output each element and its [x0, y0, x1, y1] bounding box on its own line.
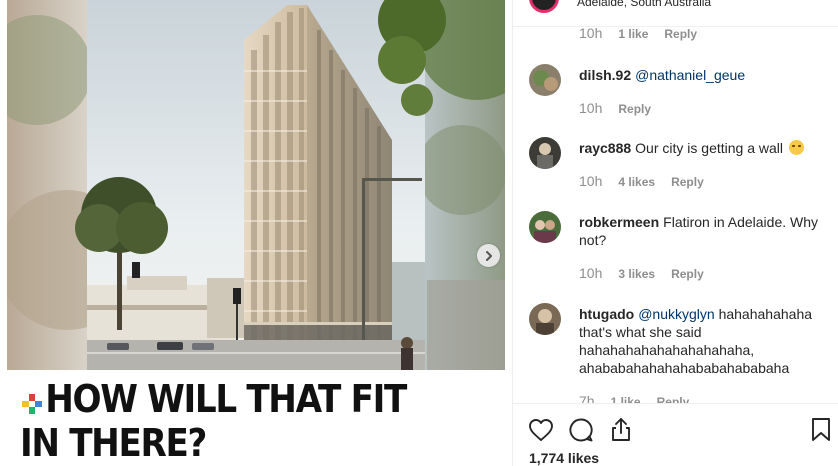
likes-count[interactable]: 1,774 likes [529, 450, 599, 466]
comment-text: Our city is getting a wall [635, 140, 784, 156]
post-headline: HOW WILL THAT FIT IN THERE? [20, 377, 407, 465]
comment-username[interactable]: dilsh.92 [579, 67, 631, 83]
building-render-image [7, 0, 505, 370]
share-icon [612, 418, 630, 441]
post-media: HOW WILL THAT FIT IN THERE? [0, 0, 512, 466]
save-button[interactable] [807, 416, 835, 444]
comment-meta: 10h 4 likes Reply [579, 173, 704, 189]
share-button[interactable] [607, 416, 635, 444]
comment-body: robkermeen Flatiron in Adelaide. Why not? [579, 213, 829, 249]
avatar[interactable] [529, 64, 561, 96]
post-owner-header: Adelaide, South Australia [513, 0, 838, 13]
reply-button[interactable]: Reply [671, 175, 704, 189]
reply-button[interactable]: Reply [671, 267, 704, 281]
comment-body: dilsh.92 @nathaniel_geue [579, 66, 829, 84]
avatar[interactable] [529, 137, 561, 169]
comment-meta: 10h 3 likes Reply [579, 265, 704, 281]
comments-panel: Adelaide, South Australia 10h 1 like Rep… [512, 0, 838, 466]
comment-meta: 7h 1 like Reply [579, 393, 689, 403]
avatar[interactable] [529, 303, 561, 335]
chevron-right-icon [485, 250, 492, 261]
reply-button[interactable]: Reply [664, 27, 697, 41]
carousel-next-button[interactable] [477, 244, 500, 267]
comment-username[interactable]: htugado [579, 306, 634, 322]
comment-mention[interactable]: @nathaniel_geue [635, 67, 745, 83]
comment-username[interactable]: rayc888 [579, 140, 631, 156]
comment-time: 10h [579, 265, 603, 281]
comment-time: 10h [579, 100, 603, 116]
comment-likes[interactable]: 1 like [611, 395, 641, 403]
post-actions-bar: 1,774 likes [513, 404, 838, 466]
comment-likes[interactable]: 3 likes [618, 267, 655, 281]
comment-username[interactable]: robkermeen [579, 214, 659, 230]
reply-button[interactable]: Reply [657, 395, 690, 403]
comment-time: 10h [579, 173, 603, 189]
comment-body: rayc888 Our city is getting a wall [579, 139, 829, 157]
instagram-post-view: HOW WILL THAT FIT IN THERE? Adelaide, So… [0, 0, 838, 466]
owner-avatar[interactable] [529, 0, 559, 13]
post-location[interactable]: Adelaide, South Australia [577, 0, 711, 9]
comment-time: 7h [579, 393, 595, 403]
comment-time: 10h [579, 27, 603, 41]
comment-likes[interactable]: 4 likes [618, 175, 655, 189]
comment-meta: 10h Reply [579, 100, 651, 116]
comment-meta: 10h 1 like Reply [579, 27, 697, 41]
avatar[interactable] [529, 211, 561, 243]
comment-button[interactable] [567, 416, 595, 444]
like-button[interactable] [527, 416, 555, 444]
post-photo[interactable] [7, 0, 505, 370]
comment-body: htugado @nukkyglyn hahahahahaha that's wh… [579, 305, 829, 377]
heart-icon [529, 419, 553, 441]
comments-list[interactable]: 10h 1 like Reply dilsh.92 @nathaniel_geue [513, 27, 838, 403]
reply-button[interactable]: Reply [618, 102, 651, 116]
bookmark-icon [812, 418, 830, 441]
comment-mention[interactable]: @nukkyglyn [638, 306, 714, 322]
comment-icon [569, 418, 593, 442]
comment-likes[interactable]: 1 like [618, 27, 648, 41]
rolling-on-floor-laughing-emoji-icon [788, 140, 804, 155]
